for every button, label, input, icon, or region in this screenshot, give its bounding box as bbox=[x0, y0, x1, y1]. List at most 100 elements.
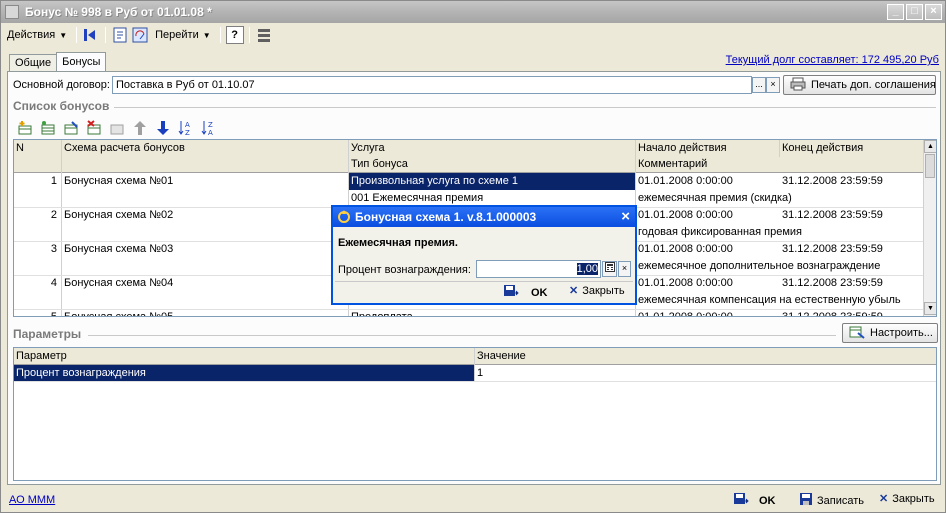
param-name-selected[interactable]: Процент вознаграждения bbox=[14, 365, 474, 382]
header-service[interactable]: Услуга bbox=[349, 140, 636, 157]
printer-icon bbox=[790, 77, 806, 94]
bonus-grid-scrollbar[interactable]: ▲ ▼ bbox=[923, 140, 936, 316]
header-param[interactable]: Параметр bbox=[14, 348, 475, 365]
document-structure-icon[interactable] bbox=[111, 26, 129, 44]
print-agreement-button[interactable]: Печать доп. соглашения bbox=[783, 75, 936, 95]
params-grid[interactable]: Параметр Значение Процент вознаграждения… bbox=[13, 347, 937, 481]
header-start[interactable]: Начало действия bbox=[636, 140, 780, 157]
help-label: ? bbox=[231, 29, 238, 41]
row-scheme: Бонусная схема №03 bbox=[64, 243, 174, 255]
refresh-icon[interactable] bbox=[131, 26, 149, 44]
percent-clear-button[interactable]: × bbox=[618, 261, 631, 277]
header-bonus-type[interactable]: Тип бонуса bbox=[349, 156, 636, 173]
header-end[interactable]: Конец действия bbox=[780, 140, 924, 157]
minimize-button[interactable]: _ bbox=[887, 4, 904, 20]
row-start: 01.01.2008 0:00:00 bbox=[638, 311, 733, 317]
copy-row-icon[interactable] bbox=[39, 119, 57, 137]
save-ok-icon bbox=[503, 284, 519, 301]
goto-menu[interactable]: Перейти ▼ bbox=[151, 25, 215, 45]
svg-text:A: A bbox=[185, 121, 190, 129]
tab-bonuses[interactable]: Бонусы bbox=[56, 52, 107, 71]
svg-text:Z: Z bbox=[185, 129, 190, 136]
close-x-icon: ✕ bbox=[879, 493, 889, 505]
help-icon[interactable]: ? bbox=[225, 26, 244, 44]
back-arrow-icon[interactable] bbox=[82, 26, 100, 44]
contract-field[interactable]: Поставка в Руб от 01.10.07 bbox=[112, 76, 752, 94]
scroll-down-icon[interactable]: ▼ bbox=[924, 302, 936, 315]
header-value[interactable]: Значение bbox=[475, 348, 936, 365]
header-scheme[interactable]: Схема расчета бонусов bbox=[62, 140, 349, 173]
sort-ascending-icon[interactable]: AZ bbox=[177, 119, 195, 137]
contract-select-button[interactable]: ... bbox=[752, 77, 766, 93]
actions-label: Действия bbox=[7, 29, 56, 41]
calculator-icon[interactable] bbox=[602, 261, 617, 277]
bonus-list-title: Список бонусов bbox=[13, 99, 110, 113]
footer-ok-label: OK bbox=[759, 494, 776, 507]
grid-column-line bbox=[779, 140, 780, 157]
header-n[interactable]: N bbox=[14, 140, 62, 173]
sort-descending-icon[interactable]: ZA bbox=[200, 119, 218, 137]
percent-input[interactable]: 1,00 bbox=[476, 260, 601, 278]
toolbar-separator bbox=[76, 27, 78, 43]
row-end: 31.12.2008 23:59:59 bbox=[782, 311, 883, 317]
contract-clear-button[interactable]: × bbox=[766, 77, 780, 93]
print-agreement-label: Печать доп. соглашения bbox=[811, 79, 936, 91]
row-start: 01.01.2008 0:00:00 bbox=[638, 243, 733, 255]
row-n: 4 bbox=[50, 277, 57, 289]
row-scheme: Бонусная схема №05 bbox=[64, 311, 174, 317]
header-comment[interactable]: Комментарий bbox=[636, 156, 924, 173]
dropdown-arrow-icon: ▼ bbox=[59, 30, 68, 40]
move-down-icon[interactable] bbox=[154, 119, 172, 137]
footer-save-button[interactable]: Записать bbox=[799, 492, 864, 509]
row-start: 01.01.2008 0:00:00 bbox=[638, 277, 733, 289]
footer-close-button[interactable]: ✕ Закрыть bbox=[879, 492, 935, 506]
tab-strip: Общие Бонусы bbox=[9, 52, 107, 72]
bonus-scheme-dialog: Бонусная схема 1. v.8.1.000003 × Ежемеся… bbox=[331, 205, 637, 305]
close-x-icon: ✕ bbox=[569, 285, 579, 297]
row-comment: ежемесячная премия (скидка) bbox=[638, 192, 792, 204]
dialog-ok-button[interactable]: OK bbox=[503, 284, 548, 301]
add-row-icon[interactable] bbox=[16, 119, 34, 137]
row-scheme: Бонусная схема №02 bbox=[64, 209, 174, 221]
dialog-close-icon[interactable]: × bbox=[621, 208, 630, 225]
row-start: 01.01.2008 0:00:00 bbox=[638, 175, 733, 187]
row-service-selected[interactable]: Произвольная услуга по схеме 1 bbox=[349, 173, 635, 190]
actions-menu[interactable]: Действия ▼ bbox=[3, 25, 71, 45]
scroll-thumb[interactable] bbox=[925, 154, 935, 178]
dialog-divider bbox=[335, 281, 633, 282]
row-divider bbox=[14, 381, 936, 382]
dialog-close-button[interactable]: ✕ Закрыть bbox=[569, 284, 625, 298]
tab-general[interactable]: Общие bbox=[9, 54, 58, 71]
row-comment: ежемесячная компенсация на естественную … bbox=[638, 294, 901, 306]
title-bar: Бонус № 998 в Руб от 01.01.08 * _ □ × bbox=[1, 1, 945, 23]
row-service: Предоплата bbox=[351, 311, 413, 317]
move-up-icon[interactable] bbox=[131, 119, 149, 137]
toolbar: Действия ▼ Перейти ▼ ? bbox=[3, 24, 943, 46]
save-icon bbox=[799, 492, 813, 509]
dialog-ok-label: OK bbox=[531, 286, 548, 299]
svg-text:A: A bbox=[208, 129, 213, 136]
footer-ok-button[interactable]: OK bbox=[733, 492, 776, 509]
toolbar-separator bbox=[248, 27, 250, 43]
dropdown-arrow-icon: ▼ bbox=[202, 30, 211, 40]
section-divider bbox=[114, 107, 936, 108]
close-window-button[interactable]: × bbox=[925, 4, 942, 20]
section-divider bbox=[88, 335, 836, 336]
percent-label: Процент вознаграждения: bbox=[338, 264, 471, 276]
scroll-up-icon[interactable]: ▲ bbox=[924, 140, 936, 153]
edit-row-icon[interactable] bbox=[62, 119, 80, 137]
row-n: 5 bbox=[50, 311, 57, 317]
footer-close-label: Закрыть bbox=[892, 492, 935, 505]
delete-row-icon[interactable] bbox=[85, 119, 103, 137]
configure-button[interactable]: Настроить... bbox=[842, 323, 938, 343]
row-scheme: Бонусная схема №01 bbox=[64, 175, 174, 187]
org-link[interactable]: АО МММ bbox=[9, 494, 55, 506]
row-end: 31.12.2008 23:59:59 bbox=[782, 209, 883, 221]
debt-link[interactable]: Текущий долг составляет: 172 495,20 Руб bbox=[726, 54, 939, 66]
list-icon[interactable] bbox=[255, 26, 273, 44]
params-title: Параметры bbox=[13, 327, 82, 341]
window-icon bbox=[5, 5, 19, 19]
row-comment: годовая фиксированная премия bbox=[638, 226, 803, 238]
maximize-button[interactable]: □ bbox=[906, 4, 923, 20]
param-value[interactable]: 1 bbox=[475, 365, 936, 382]
